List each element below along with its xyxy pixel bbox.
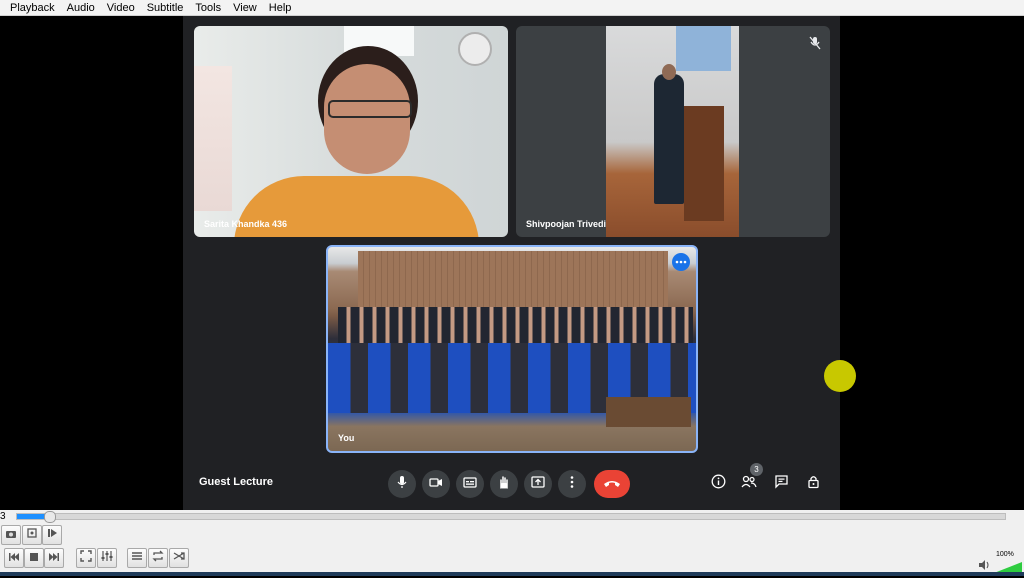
playlist-button[interactable] xyxy=(127,548,147,568)
wooden-wall xyxy=(358,251,668,311)
previous-button[interactable] xyxy=(4,548,24,568)
player-controls: 3 100% xyxy=(0,510,1024,576)
participant-tile-shivpoojan: Shivpoojan Trivedi xyxy=(516,26,830,237)
repeat-icon xyxy=(152,549,164,567)
presenter-video xyxy=(606,26,739,237)
people-icon xyxy=(741,475,757,494)
volume-slider[interactable] xyxy=(994,560,1022,573)
present-icon xyxy=(531,475,545,494)
activities-button[interactable] xyxy=(805,476,821,492)
more-options-icon[interactable] xyxy=(672,253,690,271)
extended-settings-button[interactable] xyxy=(97,548,117,568)
end-call-icon xyxy=(603,475,621,493)
info-button[interactable] xyxy=(710,474,726,494)
podium xyxy=(684,106,724,221)
screen xyxy=(676,26,731,71)
frame-step-icon xyxy=(46,526,58,544)
menu-bar: Playback Audio Video Subtitle Tools View… xyxy=(0,0,1024,16)
camera-icon xyxy=(429,475,443,494)
more-options-button[interactable] xyxy=(558,470,586,498)
mic-off-icon xyxy=(808,36,822,50)
participant-name-you: You xyxy=(338,433,355,443)
meet-video-frame: Sarita Khandka 436 Shivpoojan Trivedi Yo… xyxy=(183,16,856,510)
fullscreen-button[interactable] xyxy=(76,548,96,568)
speaker-figure xyxy=(654,74,684,204)
people-button[interactable] xyxy=(741,475,757,494)
shuffle-icon xyxy=(173,549,185,567)
next-button[interactable] xyxy=(44,548,64,568)
audience xyxy=(338,307,693,347)
wall-clock xyxy=(458,32,492,66)
participant-glasses xyxy=(328,100,412,118)
playlist-icon xyxy=(131,549,143,567)
record-button[interactable] xyxy=(22,525,42,545)
chat-icon xyxy=(774,474,789,494)
mic-button[interactable] xyxy=(388,470,416,498)
shuffle-button[interactable] xyxy=(169,548,189,568)
stop-icon xyxy=(29,549,39,567)
chat-button[interactable] xyxy=(773,474,789,494)
menu-audio[interactable]: Audio xyxy=(67,2,95,14)
loop-button[interactable] xyxy=(148,548,168,568)
menu-video[interactable]: Video xyxy=(107,2,135,14)
captions-icon xyxy=(463,475,477,494)
snapshot-button[interactable] xyxy=(1,525,21,545)
meeting-title: Guest Lecture xyxy=(199,476,273,488)
raise-hand-button[interactable] xyxy=(490,470,518,498)
menu-help[interactable]: Help xyxy=(269,2,292,14)
menu-view[interactable]: View xyxy=(233,2,257,14)
present-button[interactable] xyxy=(524,470,552,498)
lock-person-icon xyxy=(806,474,821,494)
speaker-head xyxy=(662,64,676,80)
seek-bar[interactable] xyxy=(16,511,1006,523)
wall-poster xyxy=(194,66,232,211)
fullscreen-icon xyxy=(80,549,92,567)
menu-subtitle[interactable]: Subtitle xyxy=(147,2,184,14)
cursor-highlight xyxy=(824,360,856,392)
camera-icon xyxy=(5,526,17,544)
mic-icon xyxy=(395,475,409,494)
skip-previous-icon xyxy=(8,549,20,567)
participant-name-sarita: Sarita Khandka 436 xyxy=(204,219,288,229)
camera-button[interactable] xyxy=(422,470,450,498)
skip-next-icon xyxy=(48,549,60,567)
participant-name-shivpoojan: Shivpoojan Trivedi xyxy=(526,219,607,229)
table xyxy=(606,397,691,427)
participant-tile-sarita: Sarita Khandka 436 xyxy=(194,26,508,237)
equalizer-icon xyxy=(101,549,113,567)
frame-step-button[interactable] xyxy=(42,525,62,545)
raise-hand-icon xyxy=(497,475,511,494)
menu-tools[interactable]: Tools xyxy=(195,2,221,14)
seek-handle[interactable] xyxy=(43,511,56,523)
info-icon xyxy=(711,474,726,494)
people-count-badge: 3 xyxy=(750,463,763,476)
elapsed-time: 3 xyxy=(0,511,6,522)
loop-ab-icon xyxy=(26,526,38,544)
more-vert-icon xyxy=(570,475,574,494)
participant-face xyxy=(324,64,410,174)
stop-button[interactable] xyxy=(24,548,44,568)
taskbar xyxy=(0,572,1024,576)
captions-button[interactable] xyxy=(456,470,484,498)
end-call-button[interactable] xyxy=(594,470,630,498)
volume-level: 100% xyxy=(996,551,1014,558)
menu-playback[interactable]: Playback xyxy=(10,2,55,14)
participant-tile-you: You xyxy=(326,245,698,453)
